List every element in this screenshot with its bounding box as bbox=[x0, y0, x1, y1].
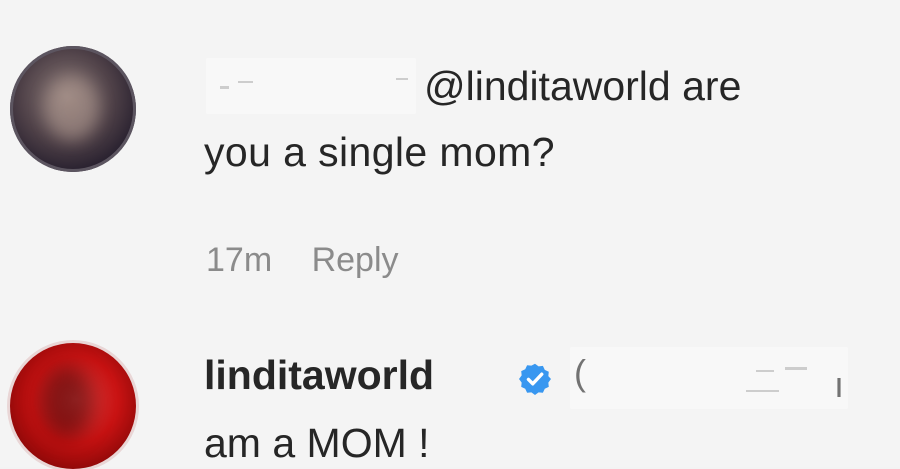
redacted-username bbox=[206, 58, 416, 114]
comment-item: linditaworld ( ı am a MOM ! bbox=[0, 325, 900, 469]
comment-reply-text: am a MOM ! bbox=[204, 420, 430, 466]
comment-mention: @linditaworld are bbox=[424, 63, 742, 109]
reply-button[interactable]: Reply bbox=[312, 241, 399, 279]
comment-username[interactable]: linditaworld bbox=[204, 351, 434, 400]
comments-screen: @linditaworld are you a single mom? 17m … bbox=[0, 0, 900, 469]
comment-item: @linditaworld are you a single mom? 17m … bbox=[0, 34, 900, 279]
avatar[interactable] bbox=[10, 343, 136, 469]
verified-badge-icon bbox=[519, 363, 551, 395]
comment-meta: 17m Reply bbox=[206, 240, 399, 280]
redacted-reply-prefix: ( ı bbox=[570, 347, 848, 409]
comment-text: you a single mom? bbox=[204, 129, 555, 175]
comment-time: 17m bbox=[206, 241, 273, 279]
blurred-background-text bbox=[300, 0, 820, 10]
avatar-image-detail bbox=[40, 365, 94, 439]
avatar[interactable] bbox=[10, 46, 136, 172]
avatar-image-detail bbox=[45, 76, 99, 140]
